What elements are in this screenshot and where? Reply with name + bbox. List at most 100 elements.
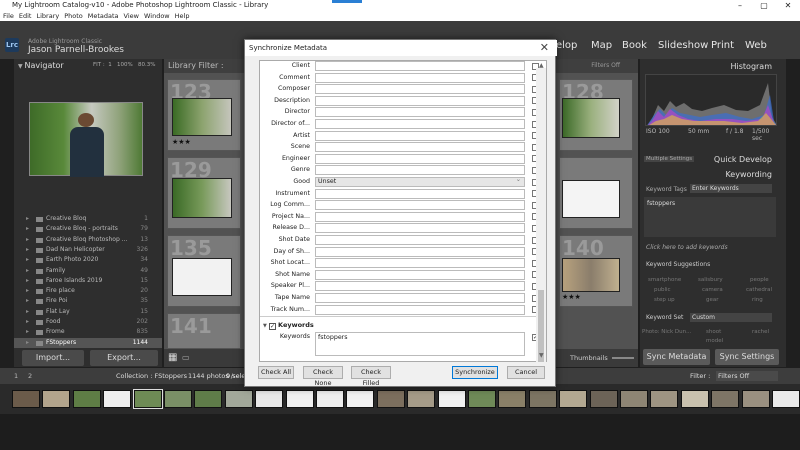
collection-item[interactable]: ▸ Creative Bloq - portraits 79 xyxy=(14,224,162,234)
menu-metadata[interactable]: Metadata xyxy=(88,12,119,20)
suggestion-item[interactable]: ring xyxy=(752,297,763,303)
filmstrip-thumbnail[interactable] xyxy=(376,390,405,408)
import-button[interactable]: Import... xyxy=(22,350,84,366)
keywording-header[interactable]: Keywording xyxy=(640,169,786,181)
grid-view-icon[interactable]: ▦ xyxy=(168,352,177,363)
expand-icon[interactable]: ▸ xyxy=(26,317,29,327)
filmstrip-thumbnail[interactable] xyxy=(741,390,770,408)
collection-item[interactable]: ▸ Earth Photo 2020 34 xyxy=(14,255,162,265)
star-rating[interactable]: ★★★ xyxy=(172,138,191,146)
filmstrip-thumbnail[interactable] xyxy=(650,390,679,408)
keyword-set-item[interactable]: Photo: Nick Dun... xyxy=(642,329,691,335)
keywords-section-header[interactable]: ▼ ✓ Keywords xyxy=(263,321,314,330)
collection-item[interactable]: ▸ Faroe Islands 2019 15 xyxy=(14,276,162,286)
zoom-fill[interactable]: 1 xyxy=(108,62,112,68)
filmstrip-thumbnail[interactable] xyxy=(711,390,740,408)
metadata-field-input[interactable] xyxy=(315,153,525,164)
metadata-field-input[interactable] xyxy=(315,293,525,303)
export-button[interactable]: Export... xyxy=(90,350,158,366)
menu-window[interactable]: Window xyxy=(144,12,170,20)
click-to-add-keywords[interactable]: Click here to add keywords xyxy=(646,244,728,251)
keyword-tags-dropdown[interactable]: Enter Keywords xyxy=(690,184,772,193)
zoom-fit[interactable]: FIT xyxy=(93,62,101,68)
filter-dropdown[interactable]: Filters Off xyxy=(716,371,778,381)
module-print[interactable]: Print xyxy=(711,40,734,51)
zoom-100[interactable]: 100% xyxy=(117,62,133,68)
keyword-set-item[interactable]: shoot xyxy=(706,329,721,335)
collection-item[interactable]: ▸ Frome 835 xyxy=(14,327,162,337)
menu-edit[interactable]: Edit xyxy=(19,12,32,20)
module-slideshow[interactable]: Slideshow xyxy=(658,40,708,51)
filmstrip-thumbnail[interactable] xyxy=(72,390,101,408)
metadata-field-input[interactable] xyxy=(315,200,525,211)
keywords-textarea[interactable]: fstoppers xyxy=(644,197,776,237)
navigator-preview[interactable] xyxy=(29,102,143,177)
photo-thumbnail[interactable] xyxy=(562,180,620,218)
grid-cell[interactable]: 141 xyxy=(167,313,241,349)
keyword-suggestions-header[interactable]: Keyword Suggestions xyxy=(646,261,710,268)
metadata-field-input[interactable]: Unset ⌄ xyxy=(315,176,525,187)
metadata-field-input[interactable] xyxy=(315,61,525,71)
close-window-button[interactable]: ✕ xyxy=(778,0,798,11)
loupe-view-icon[interactable]: ▭ xyxy=(182,353,190,362)
photo-thumbnail[interactable] xyxy=(172,98,232,136)
filmstrip-thumbnail[interactable] xyxy=(164,390,192,408)
metadata-field-input[interactable] xyxy=(315,281,525,292)
cancel-button[interactable]: Cancel xyxy=(507,366,545,379)
metadata-field-input[interactable] xyxy=(315,235,525,245)
filmstrip-thumbnail[interactable] xyxy=(589,390,618,408)
suggestion-item[interactable]: people xyxy=(750,277,769,283)
filmstrip-thumbnail[interactable] xyxy=(437,390,466,408)
filmstrip-thumbnail[interactable] xyxy=(680,390,709,408)
photo-thumbnail[interactable] xyxy=(562,258,620,292)
collection-item[interactable]: ▸ Creative Bloq 1 xyxy=(14,214,162,224)
collection-item[interactable]: ▸ Creative Bloq Photoshop ... 13 xyxy=(14,235,162,245)
module-web[interactable]: Web xyxy=(745,40,767,51)
expand-icon[interactable]: ▸ xyxy=(26,214,29,224)
sync-settings-button[interactable]: Sync Settings xyxy=(715,349,779,365)
suggestion-item[interactable]: camera xyxy=(702,287,723,293)
expand-icon[interactable]: ▸ xyxy=(26,307,29,317)
metadata-field-input[interactable] xyxy=(315,107,525,118)
histogram-header[interactable]: Histogram xyxy=(640,61,786,73)
scroll-up-icon[interactable]: ▲ xyxy=(539,62,544,69)
filmstrip-thumbnail[interactable] xyxy=(772,390,800,408)
expand-icon[interactable]: ▸ xyxy=(26,286,29,296)
module-book[interactable]: Book xyxy=(622,40,647,51)
navigator-header[interactable]: ▼ Navigator xyxy=(18,61,64,70)
expand-icon[interactable]: ▸ xyxy=(26,255,29,265)
photo-thumbnail[interactable] xyxy=(562,98,620,138)
keywords-field[interactable]: fstoppers xyxy=(315,332,525,356)
metadata-field-input[interactable] xyxy=(315,188,525,199)
collection-item[interactable]: ▸ Food 202 xyxy=(14,317,162,327)
filmstrip-thumbnail[interactable] xyxy=(528,390,557,408)
filmstrip-thumbnail[interactable] xyxy=(559,390,588,408)
expand-icon[interactable]: ▸ xyxy=(26,266,29,276)
filmstrip-thumbnail[interactable] xyxy=(12,390,40,408)
keyword-set-dropdown[interactable]: Custom xyxy=(690,313,772,322)
metadata-field-input[interactable] xyxy=(315,258,525,269)
filmstrip-thumbnail[interactable] xyxy=(285,390,314,408)
menu-help[interactable]: Help xyxy=(175,12,190,20)
collection-item[interactable]: ▸ Fire place 20 xyxy=(14,286,162,296)
multiple-settings-dropdown[interactable]: Multiple Settings xyxy=(644,156,695,162)
menu-library[interactable]: Library xyxy=(36,12,59,20)
filmstrip-thumbnail[interactable] xyxy=(132,389,163,409)
sync-metadata-button[interactable]: Sync Metadata xyxy=(643,349,710,365)
metadata-field-input[interactable] xyxy=(315,211,525,222)
photo-thumbnail[interactable] xyxy=(172,258,232,296)
collection-item[interactable]: ▸ Dad Nan Helicopter 326 xyxy=(14,245,162,255)
filmstrip-thumbnail[interactable] xyxy=(346,390,375,408)
filmstrip-thumbnail[interactable] xyxy=(194,390,223,408)
scroll-down-icon[interactable]: ▼ xyxy=(539,352,544,359)
metadata-field-input[interactable] xyxy=(315,246,525,257)
page-1-button[interactable]: 1 xyxy=(14,368,18,384)
expand-icon[interactable]: ▸ xyxy=(26,327,29,337)
dialog-close-icon[interactable]: ✕ xyxy=(540,40,549,56)
collection-item[interactable]: ▸ Family 49 xyxy=(14,266,162,276)
metadata-field-input[interactable] xyxy=(315,119,525,129)
expand-icon[interactable]: ▸ xyxy=(26,235,29,245)
filmstrip-thumbnail[interactable] xyxy=(468,390,496,408)
metadata-field-input[interactable] xyxy=(315,223,525,234)
menu-file[interactable]: File xyxy=(3,12,14,20)
